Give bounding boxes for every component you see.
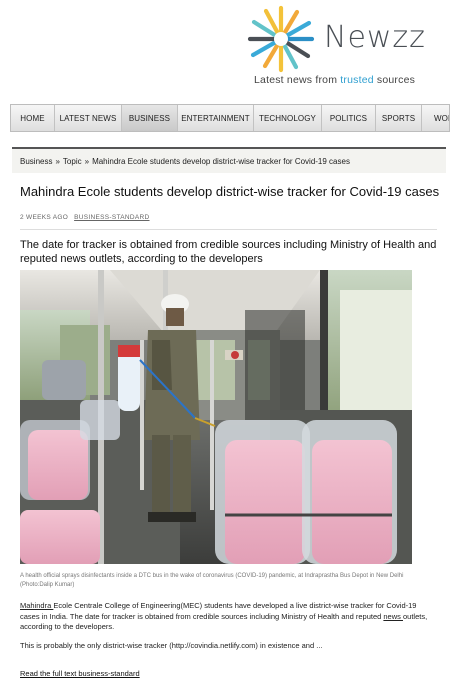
site-tagline: Latest news from trusted sources xyxy=(254,74,415,86)
tagline-text-end: sources xyxy=(373,74,416,86)
breadcrumb-business[interactable]: Business xyxy=(20,157,52,166)
tagline-highlight: trusted xyxy=(340,74,374,86)
site-name: Newzz xyxy=(324,20,426,55)
nav-sports[interactable]: SPORTS xyxy=(376,105,422,131)
logo-starburst-icon xyxy=(247,5,315,73)
breadcrumb-separator: » xyxy=(84,156,90,166)
breadcrumb-separator: » xyxy=(55,156,60,166)
tagline-text: Latest news from xyxy=(254,74,341,86)
bus-interior-illustration xyxy=(20,270,412,564)
article-time: 2 WEEKS AGO xyxy=(20,214,69,221)
article-source-link[interactable]: BUSINESS-STANDARD xyxy=(74,214,149,221)
nav-world[interactable]: WORLD xyxy=(422,105,449,131)
breadcrumb: Business » Topic » Mahindra Ecole studen… xyxy=(12,147,446,173)
paragraph-text: Ecole Centrale College of Engineering(ME… xyxy=(20,601,417,621)
article-paragraph-2: This is probably the only district-wise … xyxy=(20,641,323,650)
nav-home[interactable]: HOME xyxy=(11,105,55,131)
breadcrumb-topic[interactable]: Topic xyxy=(63,157,82,166)
news-link[interactable]: news xyxy=(383,612,403,621)
article-meta: 2 WEEKS AGO BUSINESS-STANDARD xyxy=(20,214,150,221)
read-full-text-link[interactable]: Read the full text business-standard xyxy=(20,669,140,678)
divider xyxy=(20,229,437,230)
photo-caption: A health official sprays disinfectants i… xyxy=(20,573,404,588)
nav-politics[interactable]: POLITICS xyxy=(322,105,376,131)
site-logo[interactable]: Newzz Latest news from trusted sources xyxy=(246,4,446,96)
mahindra-link[interactable]: Mahindra xyxy=(20,601,53,610)
main-nav: HOME LATEST NEWS BUSINESS ENTERTAINMENT … xyxy=(10,104,450,132)
nav-latest-news[interactable]: LATEST NEWS xyxy=(55,105,122,131)
article-paragraph-1: Mahindra Ecole Centrale College of Engin… xyxy=(20,601,435,633)
nav-business[interactable]: BUSINESS xyxy=(122,105,178,131)
nav-entertainment[interactable]: ENTERTAINMENT xyxy=(178,105,254,131)
article-title: Mahindra Ecole students develop district… xyxy=(20,184,440,199)
article-subtitle: The date for tracker is obtained from cr… xyxy=(20,239,437,265)
breadcrumb-current: Mahindra Ecole students develop district… xyxy=(92,156,350,166)
nav-technology[interactable]: TECHNOLOGY xyxy=(254,105,322,131)
article-photo xyxy=(20,270,412,564)
